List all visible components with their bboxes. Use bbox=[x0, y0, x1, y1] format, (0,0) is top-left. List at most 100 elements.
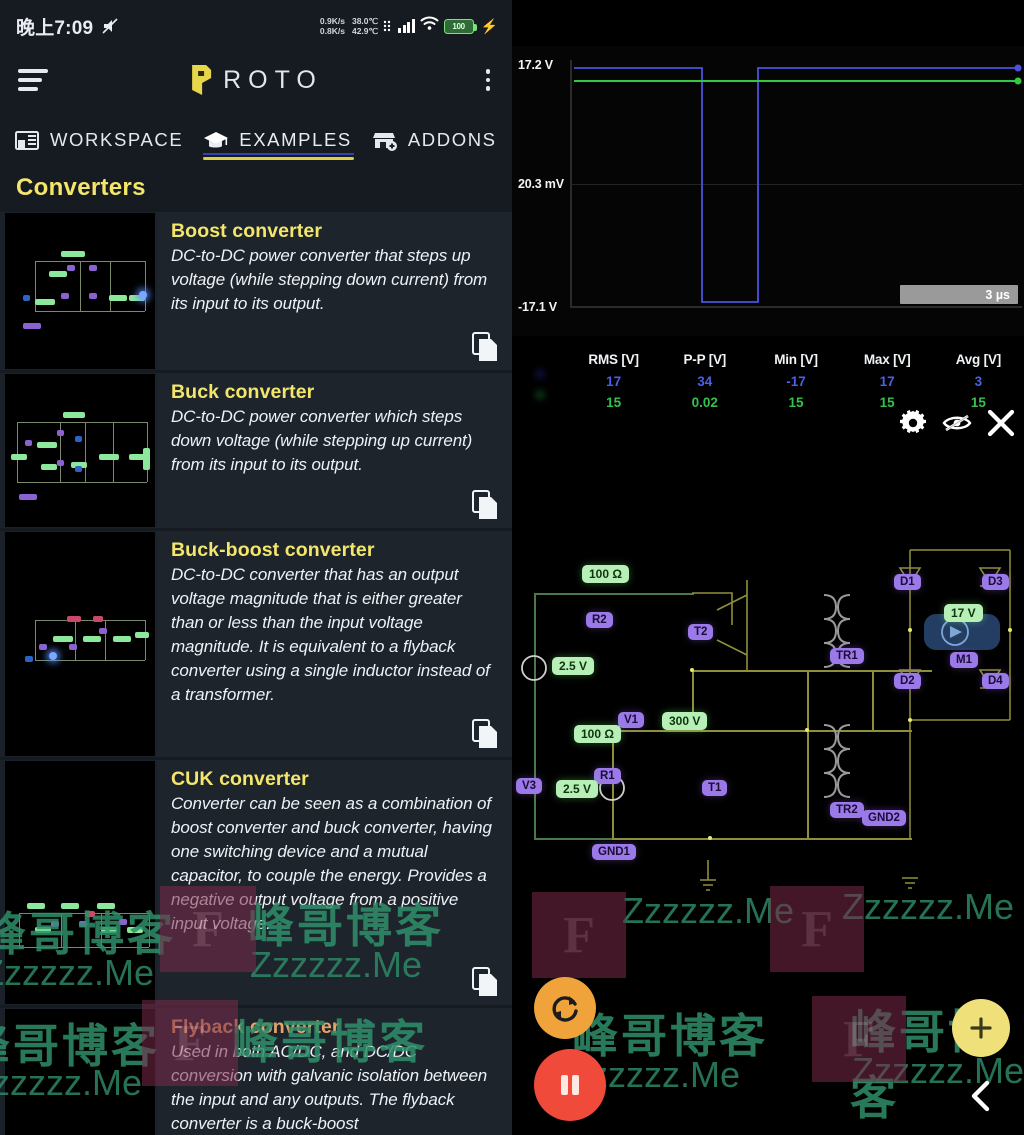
section-title: Converters bbox=[16, 174, 146, 201]
component-ref-label[interactable]: D1 bbox=[894, 574, 921, 590]
component-ref-label[interactable]: D3 bbox=[982, 574, 1009, 590]
gear-icon[interactable] bbox=[898, 408, 928, 438]
graduation-cap-icon bbox=[203, 128, 229, 152]
list-item[interactable]: CUK converter Converter can be seen as a… bbox=[0, 760, 512, 1005]
watermark-letter: F bbox=[563, 906, 595, 964]
tab-workspace[interactable]: WORKSPACE bbox=[6, 128, 195, 166]
list-item[interactable]: Buck converter DC-to-DC power converter … bbox=[0, 373, 512, 528]
example-thumbnail bbox=[5, 1009, 155, 1135]
component-ref-label[interactable]: M1 bbox=[950, 652, 978, 668]
proto-logo-icon bbox=[189, 63, 213, 97]
cell-avg: 3 bbox=[974, 374, 983, 389]
example-description: DC-to-DC power converter that steps up v… bbox=[171, 246, 488, 313]
channel-indicator bbox=[512, 371, 568, 392]
copy-icon[interactable] bbox=[472, 719, 498, 749]
app-title: ROTO bbox=[223, 65, 323, 94]
circuit-schematic[interactable]: 100 Ω R2 2.5 V V3 T2 V1 300 V 100 Ω R1 2… bbox=[512, 540, 1024, 940]
scope-time-scale-label: 3 µs bbox=[985, 287, 1010, 302]
example-content: Buck converter DC-to-DC power converter … bbox=[157, 373, 512, 528]
list-item[interactable]: Buck-boost converter DC-to-DC converter … bbox=[0, 531, 512, 757]
component-value-label[interactable]: 2.5 V bbox=[552, 657, 595, 675]
list-item[interactable]: Flyback converter Used in both AC/DC, an… bbox=[0, 1008, 512, 1135]
refresh-icon bbox=[552, 996, 578, 1022]
copy-icon[interactable] bbox=[472, 967, 498, 997]
component-ref-label[interactable]: D4 bbox=[982, 673, 1009, 689]
component-ref-label[interactable]: GND2 bbox=[862, 810, 906, 826]
component-value-label[interactable]: 17 V bbox=[944, 604, 983, 622]
component-ref-label[interactable]: T2 bbox=[688, 624, 714, 640]
temp-2-label: 42.9℃ bbox=[351, 26, 379, 36]
copy-icon[interactable] bbox=[472, 332, 498, 362]
scope-plot-area[interactable]: 3 µs bbox=[570, 60, 1022, 308]
app-brand: ROTO bbox=[189, 63, 323, 97]
hamburger-icon[interactable] bbox=[18, 69, 50, 91]
component-value-label[interactable]: 2.5 V bbox=[556, 780, 599, 798]
component-ref-label[interactable]: R1 bbox=[594, 768, 621, 784]
watermark-logo: F bbox=[532, 892, 626, 978]
refresh-fab[interactable] bbox=[534, 977, 596, 1039]
tab-examples-label: EXAMPLES bbox=[239, 129, 352, 150]
oscilloscope[interactable]: 17.2 V 20.3 mV -17.1 V 3 µs bbox=[512, 46, 1024, 336]
list-item[interactable]: Boost converter DC-to-DC power converter… bbox=[0, 212, 512, 370]
watermark-logo: F bbox=[142, 1000, 238, 1086]
temp-1-label: 38.0℃ bbox=[351, 16, 379, 26]
volume-mute-icon bbox=[100, 16, 120, 36]
bolt-icon: ⚡ bbox=[480, 18, 498, 34]
cell-rms: 15 bbox=[606, 395, 622, 410]
component-ref-label[interactable]: R2 bbox=[586, 612, 613, 628]
pause-icon bbox=[561, 1075, 579, 1095]
scope-action-bar bbox=[898, 408, 1016, 438]
network-speed: 0.9K/s 0.8K/s bbox=[320, 16, 345, 36]
examples-pane: 晚上7:09 0.9K/s 0.8K/s 38.0℃ 42.9℃ 100 ⚡ R… bbox=[0, 0, 512, 1135]
component-ref-label[interactable]: TR1 bbox=[830, 648, 864, 664]
tab-addons[interactable]: ADDONS bbox=[364, 128, 509, 166]
watermark-text: 峰哥博客 bbox=[572, 1010, 768, 1062]
cell-min: 15 bbox=[788, 395, 804, 410]
net-up-label: 0.8K/s bbox=[319, 26, 345, 36]
example-title: Buck converter bbox=[171, 381, 315, 403]
example-description: DC-to-DC converter that has an output vo… bbox=[171, 565, 490, 704]
component-ref-label[interactable]: D2 bbox=[894, 673, 921, 689]
watermark-letter: F bbox=[192, 900, 224, 958]
column-header: RMS [V] bbox=[588, 352, 639, 367]
examples-list: Boost converter DC-to-DC power converter… bbox=[0, 212, 512, 1135]
channel-indicator bbox=[512, 392, 568, 413]
component-ref-label[interactable]: GND1 bbox=[592, 844, 636, 860]
component-value-label[interactable]: 100 Ω bbox=[574, 725, 621, 743]
plus-icon bbox=[970, 1017, 992, 1039]
component-ref-label[interactable]: T1 bbox=[702, 780, 728, 796]
cell-min: -17 bbox=[786, 374, 806, 389]
measurement-table: RMS [V] P-P [V] Min [V] Max [V] Avg [V] … bbox=[512, 348, 1024, 414]
wifi-icon bbox=[420, 16, 439, 36]
net-down-label: 0.9K/s bbox=[319, 16, 345, 26]
tab-examples[interactable]: EXAMPLES bbox=[195, 128, 364, 166]
component-value-label[interactable]: 300 V bbox=[662, 712, 708, 730]
cell-pp: 0.02 bbox=[691, 395, 718, 410]
example-title: Boost converter bbox=[171, 220, 323, 242]
battery-level-label: 100 bbox=[452, 21, 465, 31]
column-header: Max [V] bbox=[863, 352, 911, 367]
kebab-menu-icon[interactable] bbox=[482, 65, 495, 95]
component-value-label[interactable]: 100 Ω bbox=[582, 565, 629, 583]
status-clock: 晚上7:09 bbox=[16, 17, 94, 39]
tab-addons-label: ADDONS bbox=[407, 129, 497, 150]
watermark-letter: F bbox=[843, 1010, 875, 1068]
battery-indicator: 100 bbox=[443, 18, 477, 34]
tab-bar: WORKSPACE EXAMPLES ADDONS bbox=[0, 108, 512, 166]
close-icon[interactable] bbox=[986, 408, 1016, 438]
pause-fab[interactable] bbox=[534, 1049, 606, 1121]
signal-bars-icon bbox=[398, 19, 415, 33]
example-title: Buck-boost converter bbox=[171, 539, 375, 561]
component-ref-label[interactable]: TR2 bbox=[830, 802, 864, 818]
component-ref-label[interactable]: V3 bbox=[516, 778, 543, 794]
add-fab[interactable] bbox=[952, 999, 1010, 1057]
eye-off-icon[interactable] bbox=[942, 408, 972, 438]
workspace-icon bbox=[14, 128, 40, 152]
example-content: Buck-boost converter DC-to-DC converter … bbox=[157, 531, 512, 757]
back-button[interactable] bbox=[968, 1079, 994, 1113]
scope-y-label-min: -17.1 V bbox=[518, 300, 557, 314]
component-ref-label[interactable]: V1 bbox=[618, 712, 645, 728]
example-content: Boost converter DC-to-DC power converter… bbox=[157, 212, 512, 370]
copy-icon[interactable] bbox=[472, 490, 498, 520]
temperature-readouts: 38.0℃ 42.9℃ bbox=[352, 16, 378, 36]
